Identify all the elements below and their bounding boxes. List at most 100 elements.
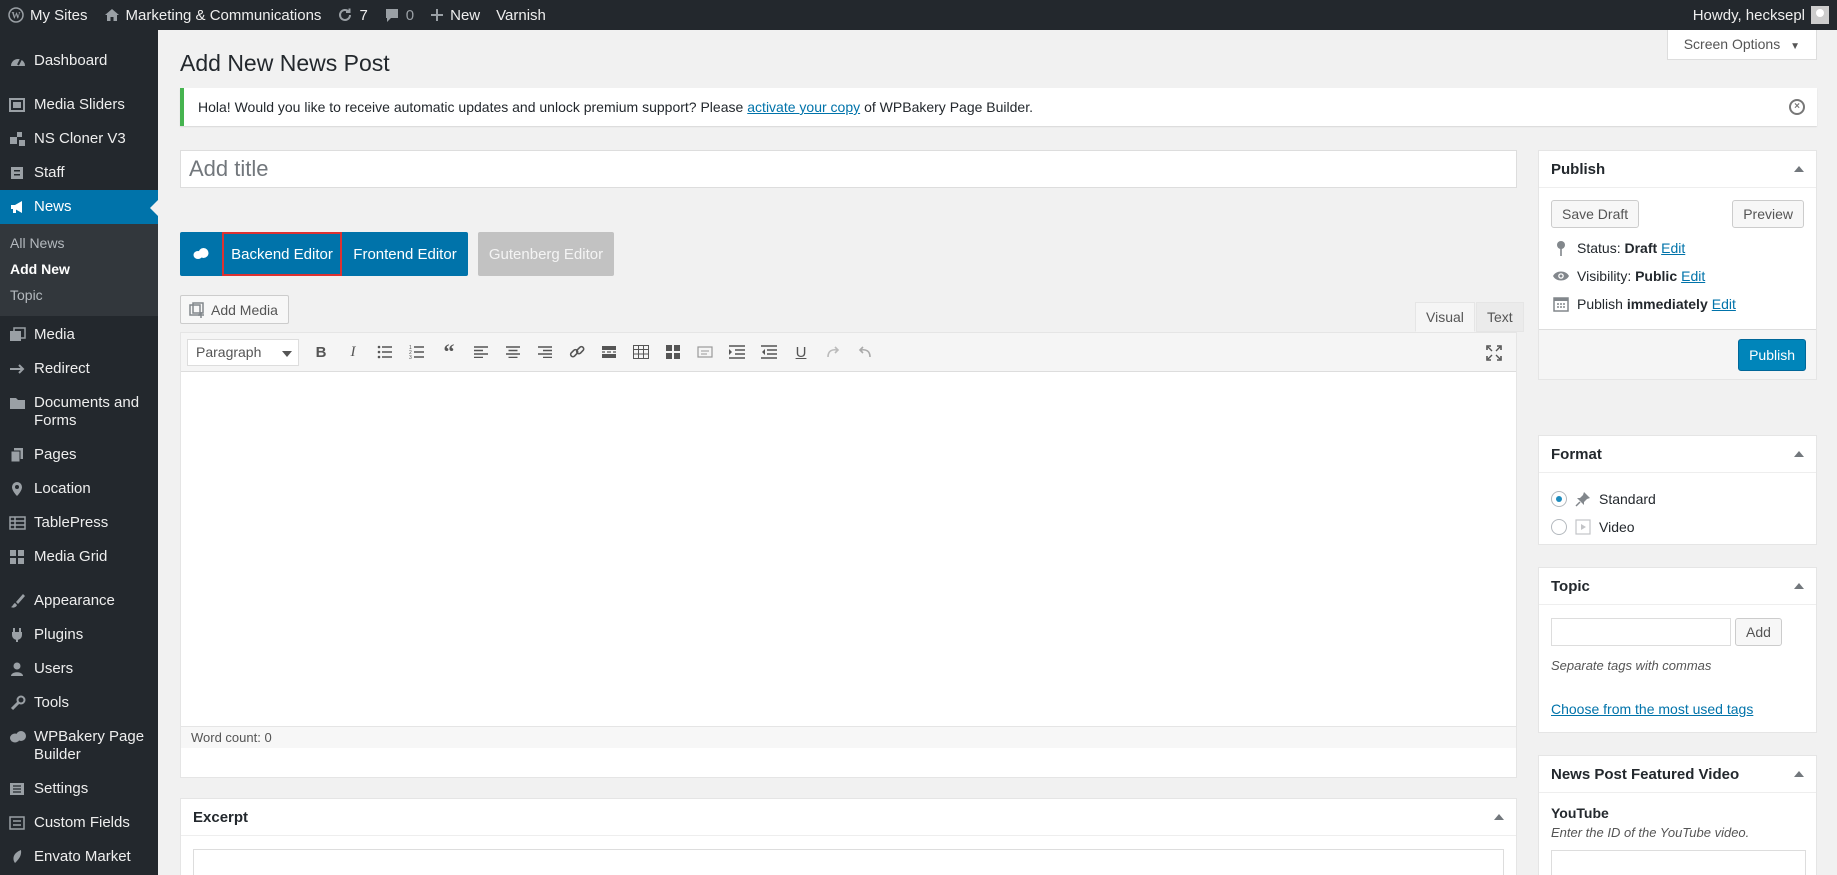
comment-icon [384, 8, 400, 23]
sidebar-item-label: Settings [34, 780, 89, 797]
site-name-menu[interactable]: Marketing & Communications [96, 0, 330, 30]
video-label: Video [1599, 519, 1635, 535]
numbered-list-icon[interactable]: 123 [401, 338, 433, 366]
varnish-label: Varnish [496, 6, 546, 24]
table-icon[interactable] [625, 338, 657, 366]
frontend-editor-button[interactable]: Frontend Editor [342, 232, 468, 276]
fields-icon [8, 814, 28, 832]
new-content-menu[interactable]: New [422, 0, 488, 30]
edit-schedule-link[interactable]: Edit [1712, 296, 1736, 312]
dismiss-notice-icon[interactable]: × [1789, 99, 1805, 115]
underline-icon[interactable]: U [785, 338, 817, 366]
sidebar-item-envato-market[interactable]: Envato Market [0, 840, 158, 874]
sidebar-item-tablepress[interactable]: TablePress [0, 506, 158, 540]
sidebar-item-media[interactable]: Media [0, 316, 158, 352]
editor-content-area[interactable] [181, 372, 1516, 726]
topic-tag-input[interactable] [1551, 618, 1731, 646]
topic-header[interactable]: Topic [1539, 568, 1816, 605]
format-option-video[interactable]: Video [1551, 519, 1804, 535]
save-draft-button[interactable]: Save Draft [1551, 200, 1640, 228]
most-used-tags-link[interactable]: Choose from the most used tags [1551, 701, 1753, 717]
updates-link[interactable]: 7 [329, 0, 375, 30]
submenu-topic[interactable]: Topic [0, 282, 158, 308]
format-option-standard[interactable]: Standard [1551, 491, 1804, 507]
redo-icon[interactable] [817, 338, 849, 366]
sidebar-item-documents[interactable]: Documents and Forms [0, 386, 158, 438]
edit-status-link[interactable]: Edit [1661, 240, 1685, 256]
sidebar-item-pages[interactable]: Pages [0, 438, 158, 472]
sidebar-item-users[interactable]: Users [0, 652, 158, 686]
featured-video-header[interactable]: News Post Featured Video [1539, 756, 1816, 793]
bold-icon[interactable]: B [305, 338, 337, 366]
read-more-icon[interactable] [593, 338, 625, 366]
sidebar-item-dashboard[interactable]: Dashboard [0, 40, 158, 78]
varnish-menu[interactable]: Varnish [488, 0, 554, 30]
sidebar-item-plugins[interactable]: Plugins [0, 618, 158, 652]
edit-visibility-link[interactable]: Edit [1681, 268, 1705, 284]
sidebar-item-label: Media Sliders [34, 96, 125, 113]
publish-button[interactable]: Publish [1738, 339, 1806, 371]
wpbakery-logo-button[interactable] [180, 232, 222, 276]
video-icon [1575, 519, 1591, 535]
format-select[interactable]: Paragraph [187, 338, 299, 366]
embed-icon[interactable] [689, 338, 721, 366]
comments-link[interactable]: 0 [376, 0, 422, 30]
add-topic-button[interactable]: Add [1735, 618, 1782, 646]
indent-icon[interactable] [721, 338, 753, 366]
fullscreen-icon[interactable] [1478, 339, 1510, 367]
collapse-arrow-icon[interactable] [1494, 814, 1504, 820]
plugin-icon [8, 626, 28, 644]
sidebar-item-staff[interactable]: Staff [0, 156, 158, 190]
sidebar-item-media-sliders[interactable]: Media Sliders [0, 88, 158, 122]
youtube-id-input[interactable] [1551, 850, 1806, 875]
outdent-icon[interactable] [753, 338, 785, 366]
bullet-list-icon[interactable] [369, 338, 401, 366]
link-icon[interactable] [561, 338, 593, 366]
collapse-arrow-icon[interactable] [1794, 583, 1804, 589]
italic-icon[interactable]: I [337, 338, 369, 366]
sidebar-item-redirect[interactable]: Redirect [0, 352, 158, 386]
grid-layout-icon[interactable] [657, 338, 689, 366]
preview-button[interactable]: Preview [1732, 200, 1804, 228]
table-icon [8, 514, 28, 532]
screen-options-button[interactable]: Screen Options ▼ [1666, 30, 1817, 60]
backend-editor-button[interactable]: Backend Editor [222, 232, 342, 276]
sidebar-item-settings[interactable]: Settings [0, 772, 158, 806]
publish-header[interactable]: Publish [1539, 151, 1816, 188]
sidebar-item-media-grid[interactable]: Media Grid [0, 540, 158, 574]
excerpt-header[interactable]: Excerpt [181, 799, 1516, 836]
sidebar-item-wpbakery[interactable]: WPBakery Page Builder [0, 720, 158, 772]
blockquote-icon[interactable]: “ [433, 338, 465, 366]
sidebar-item-tools[interactable]: Tools [0, 686, 158, 720]
sidebar-item-news[interactable]: News [0, 190, 158, 224]
collapse-arrow-icon[interactable] [1794, 771, 1804, 777]
megaphone-icon [8, 198, 28, 216]
sidebar-item-ns-cloner[interactable]: NS Cloner V3 [0, 122, 158, 156]
gutenberg-editor-button[interactable]: Gutenberg Editor [478, 232, 614, 276]
collapse-arrow-icon[interactable] [1794, 166, 1804, 172]
visibility-label: Visibility: [1577, 268, 1632, 284]
align-left-icon[interactable] [465, 338, 497, 366]
video-radio[interactable] [1551, 519, 1567, 535]
post-title-input[interactable] [180, 150, 1517, 188]
add-media-button[interactable]: Add Media [180, 295, 289, 324]
align-center-icon[interactable] [497, 338, 529, 366]
standard-radio[interactable] [1551, 491, 1567, 507]
tab-text[interactable]: Text [1476, 302, 1524, 332]
sidebar-item-appearance[interactable]: Appearance [0, 584, 158, 618]
submenu-add-new[interactable]: Add New [0, 256, 158, 282]
collapse-arrow-icon[interactable] [1794, 451, 1804, 457]
tab-visual[interactable]: Visual [1415, 302, 1475, 332]
my-sites-menu[interactable]: W My Sites [0, 0, 96, 30]
align-right-icon[interactable] [529, 338, 561, 366]
excerpt-textarea[interactable] [193, 849, 1504, 875]
submenu-all-news[interactable]: All News [0, 230, 158, 256]
undo-icon[interactable] [849, 338, 881, 366]
format-header[interactable]: Format [1539, 436, 1816, 473]
news-submenu: All News Add New Topic [0, 224, 158, 316]
topic-hint: Separate tags with commas [1551, 658, 1712, 673]
activate-copy-link[interactable]: activate your copy [747, 99, 860, 115]
user-account-menu[interactable]: Howdy, hecksepl [1685, 0, 1837, 30]
sidebar-item-location[interactable]: Location [0, 472, 158, 506]
sidebar-item-custom-fields[interactable]: Custom Fields [0, 806, 158, 840]
